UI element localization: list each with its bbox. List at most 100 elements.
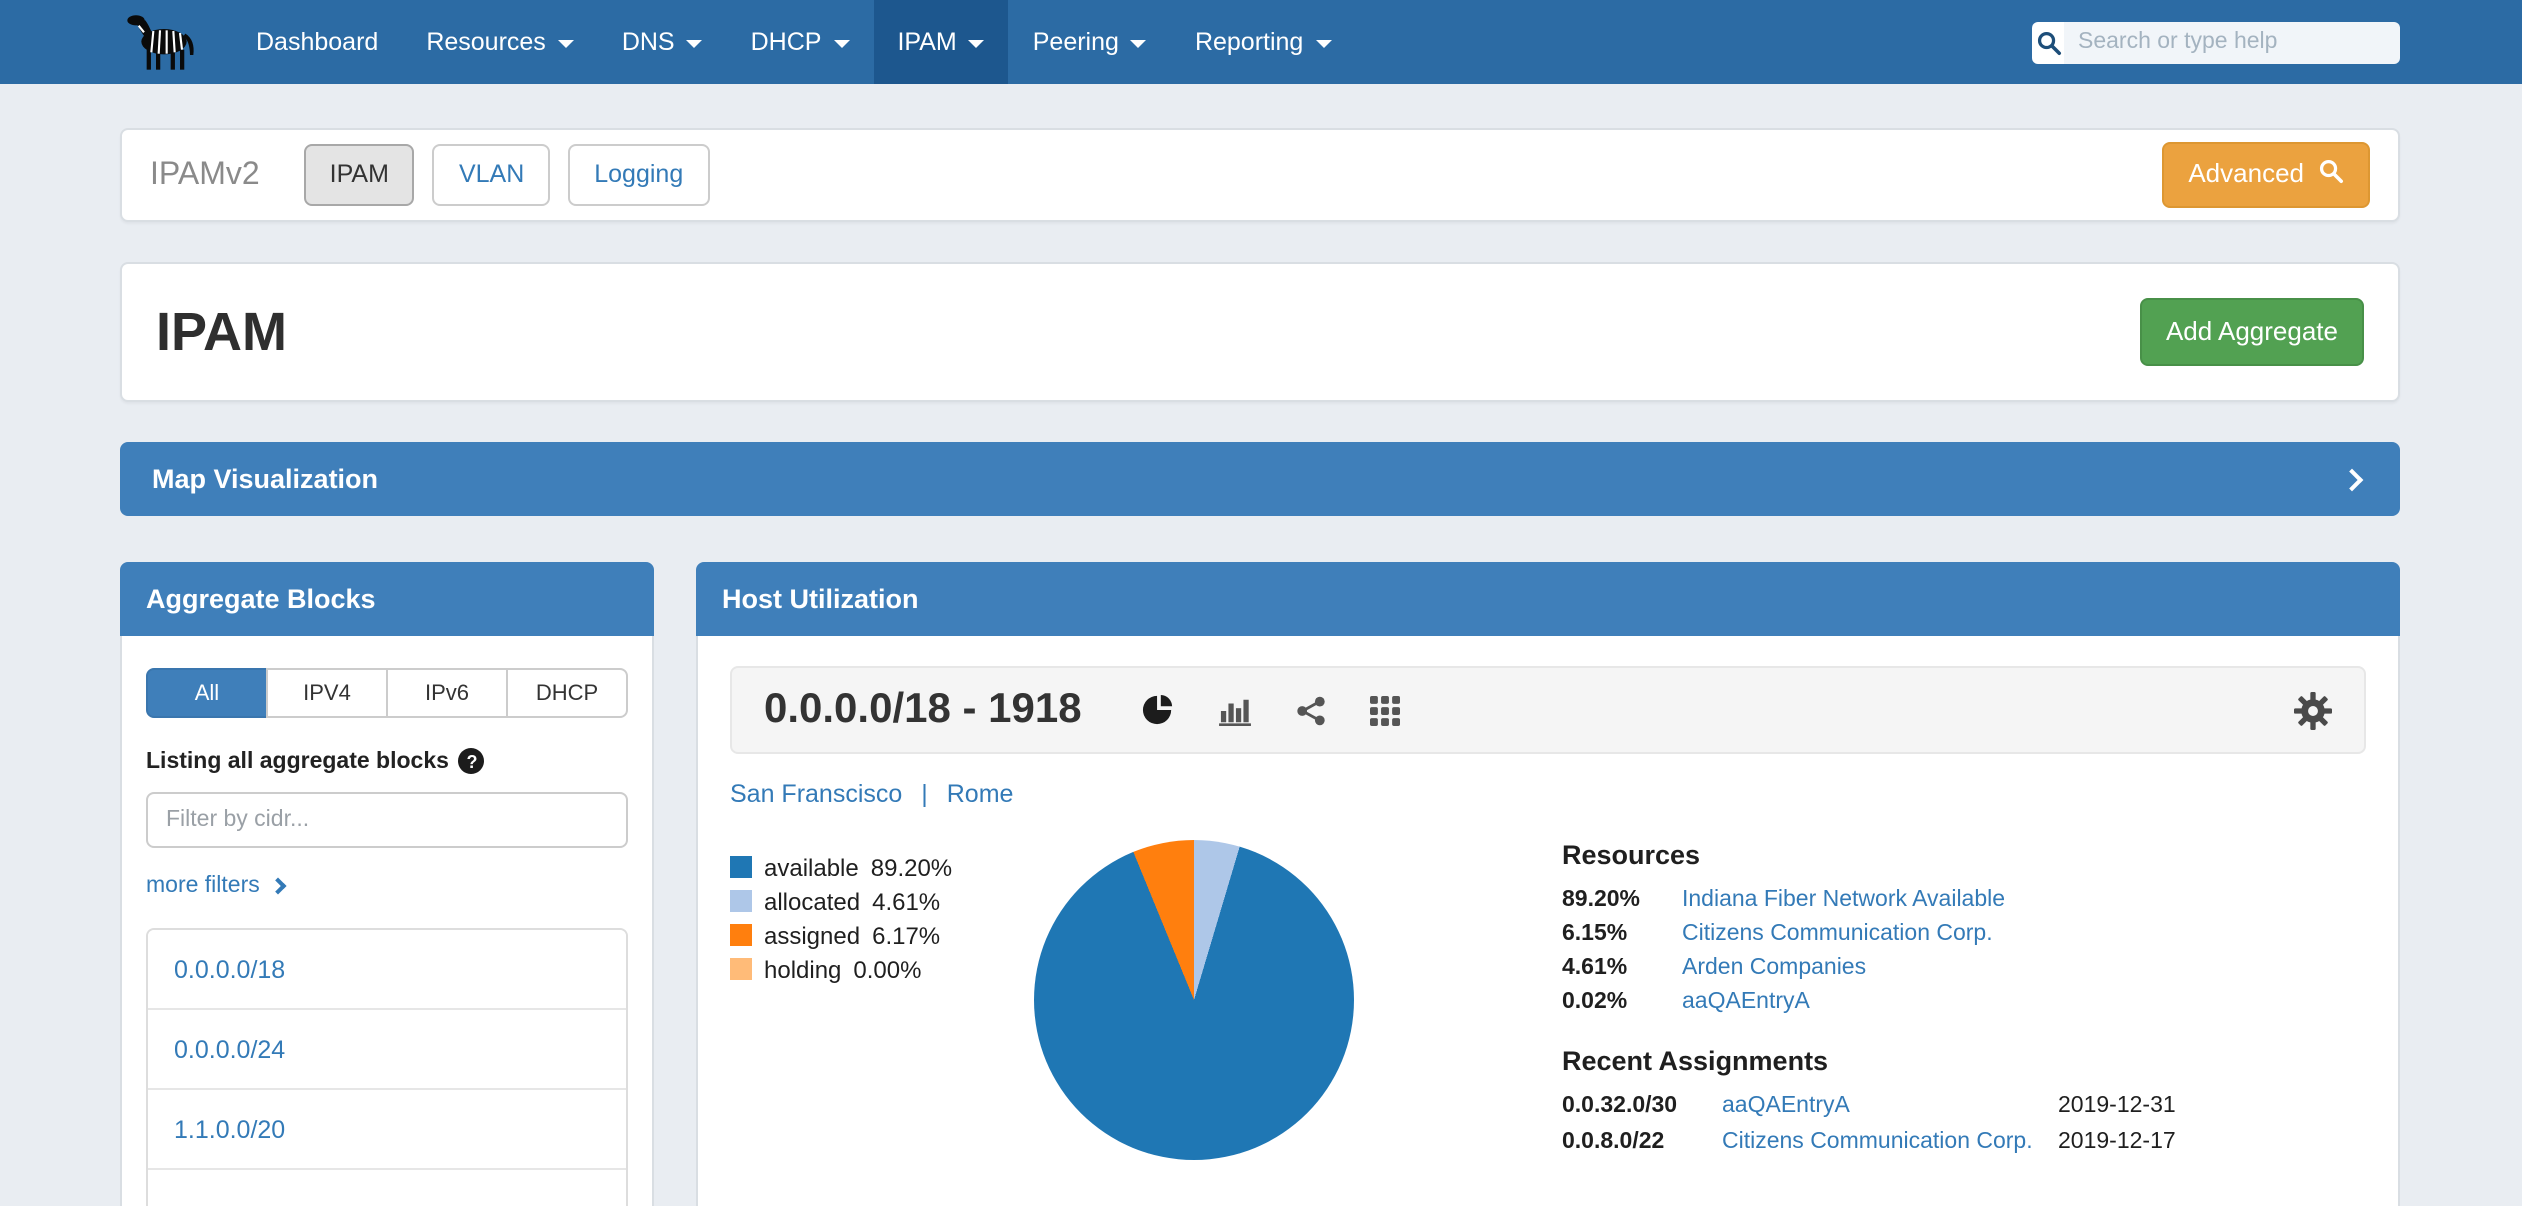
nav-ipam[interactable]: IPAM xyxy=(873,0,1008,84)
nav-peering-label: Peering xyxy=(1033,28,1119,56)
legend-swatch xyxy=(730,890,752,912)
aggregate-block-list: 0.0.0.0/18 0.0.0.0/24 1.1.0.0/20 xyxy=(146,928,628,1206)
assignment-cidr: 0.0.8.0/22 xyxy=(1562,1130,1702,1156)
resource-pct: 89.20% xyxy=(1562,888,1666,914)
legend-pct: 4.61% xyxy=(872,887,940,915)
nav-reporting-label: Reporting xyxy=(1195,28,1303,56)
resource-link[interactable]: Citizens Communication Corp. xyxy=(1682,922,2366,948)
location-link-san-francisco[interactable]: San Franscisco xyxy=(730,780,902,808)
aggregate-filter-group: All IPV4 IPv6 DHCP xyxy=(146,668,628,718)
add-aggregate-button[interactable]: Add Aggregate xyxy=(2140,297,2364,367)
resources-heading: Resources xyxy=(1562,840,2366,870)
aggregate-panel-header: Aggregate Blocks xyxy=(120,562,654,636)
filter-all[interactable]: All xyxy=(146,668,268,718)
resource-pct: 4.61% xyxy=(1562,956,1666,982)
legend-item-holding: holding 0.00% xyxy=(730,952,1034,986)
pie-chart-icon[interactable] xyxy=(1142,694,1174,726)
zebra-logo[interactable] xyxy=(120,11,200,73)
caret-down-icon xyxy=(1131,40,1147,48)
nav-resources-label: Resources xyxy=(426,28,546,56)
location-separator: | xyxy=(921,780,928,808)
page-title: IPAM xyxy=(156,301,287,363)
chevron-right-icon xyxy=(2341,468,2364,491)
search-input[interactable] xyxy=(2064,21,2400,63)
global-search xyxy=(2032,21,2400,63)
utilization-row: available 89.20% allocated 4.61% assigne… xyxy=(730,840,2366,1160)
tab-logging[interactable]: Logging xyxy=(568,145,709,206)
tab-vlan[interactable]: VLAN xyxy=(433,145,550,206)
filter-dhcp[interactable]: DHCP xyxy=(506,668,628,718)
nav-dashboard[interactable]: Dashboard xyxy=(232,0,402,84)
nav-peering[interactable]: Peering xyxy=(1009,0,1171,84)
listing-label-row: Listing all aggregate blocks ? xyxy=(146,748,628,774)
aggregate-block-link[interactable]: 0.0.0.0/24 xyxy=(148,1010,626,1090)
nav-dashboard-label: Dashboard xyxy=(256,28,378,56)
recent-assignments-heading: Recent Assignments xyxy=(1562,1046,2366,1076)
nav-resources[interactable]: Resources xyxy=(402,0,598,84)
location-link-rome[interactable]: Rome xyxy=(947,780,1014,808)
cidr-filter-input[interactable] xyxy=(146,792,628,848)
block-title: 0.0.0.0/18 - 1918 xyxy=(764,686,1082,734)
legend-label: holding xyxy=(764,955,841,983)
pie-legend: available 89.20% allocated 4.61% assigne… xyxy=(730,840,1034,1160)
nav-dhcp-label: DHCP xyxy=(751,28,822,56)
legend-swatch xyxy=(730,958,752,980)
legend-item-allocated: allocated 4.61% xyxy=(730,884,1034,918)
app-viewport: Dashboard Resources DNS DHCP IPAM Peerin… xyxy=(0,0,2522,1206)
share-icon[interactable] xyxy=(1296,695,1326,725)
more-filters-link[interactable]: more filters xyxy=(146,874,284,898)
legend-swatch xyxy=(730,856,752,878)
legend-item-assigned: assigned 6.17% xyxy=(730,918,1034,952)
search-icon[interactable] xyxy=(2032,21,2064,63)
toolbar-title: IPAMv2 xyxy=(150,157,260,193)
page-header-card: IPAM Add Aggregate xyxy=(120,262,2400,402)
legend-label: assigned xyxy=(764,921,860,949)
map-visualization-bar[interactable]: Map Visualization xyxy=(120,442,2400,516)
aggregate-panel-title: Aggregate Blocks xyxy=(146,584,376,614)
resource-link[interactable]: aaQAEntryA xyxy=(1682,990,2366,1016)
tab-ipam[interactable]: IPAM xyxy=(304,145,415,206)
view-toggle-group xyxy=(1142,694,1400,726)
aggregate-block-link[interactable]: 1.1.0.0/20 xyxy=(148,1090,626,1170)
help-icon[interactable]: ? xyxy=(459,748,485,774)
grid-view-icon[interactable] xyxy=(1370,695,1400,725)
host-panel-title: Host Utilization xyxy=(722,584,919,614)
caret-down-icon xyxy=(833,40,849,48)
block-summary-bar: 0.0.0.0/18 - 1918 xyxy=(730,666,2366,754)
assignment-link[interactable]: aaQAEntryA xyxy=(1722,1094,2038,1120)
aggregate-blocks-panel: Aggregate Blocks All IPV4 IPv6 DHCP List… xyxy=(120,562,654,1206)
aggregate-block-link[interactable] xyxy=(148,1170,626,1206)
bar-chart-icon[interactable] xyxy=(1218,695,1252,725)
legend-pct: 6.17% xyxy=(872,921,940,949)
map-bar-title: Map Visualization xyxy=(152,464,378,494)
resource-link[interactable]: Indiana Fiber Network Available xyxy=(1682,888,2366,914)
nav-dns-label: DNS xyxy=(622,28,675,56)
nav-dns[interactable]: DNS xyxy=(598,0,727,84)
host-panel-body: 0.0.0.0/18 - 1918 xyxy=(696,636,2400,1206)
resource-pct: 6.15% xyxy=(1562,922,1666,948)
nav-reporting[interactable]: Reporting xyxy=(1171,0,1355,84)
resource-link[interactable]: Arden Companies xyxy=(1682,956,2366,982)
host-panel-header: Host Utilization xyxy=(696,562,2400,636)
aggregate-panel-body: All IPV4 IPv6 DHCP Listing all aggregate… xyxy=(120,636,654,1206)
advanced-search-button[interactable]: Advanced xyxy=(2162,141,2370,209)
filter-ipv6[interactable]: IPv6 xyxy=(386,668,508,718)
host-utilization-panel: Host Utilization 0.0.0.0/18 - 1918 xyxy=(696,562,2400,1206)
caret-down-icon xyxy=(969,40,985,48)
chevron-right-icon xyxy=(269,878,286,895)
assignment-date: 2019-12-31 xyxy=(2058,1094,2366,1120)
nav-ipam-label: IPAM xyxy=(897,28,956,56)
legend-label: available xyxy=(764,853,859,881)
legend-swatch xyxy=(730,924,752,946)
search-icon xyxy=(2318,157,2344,193)
ipamv2-toolbar: IPAMv2 IPAM VLAN Logging Advanced xyxy=(120,128,2400,222)
filter-ipv4[interactable]: IPV4 xyxy=(266,668,388,718)
gear-icon[interactable] xyxy=(2294,691,2332,729)
legend-pct: 0.00% xyxy=(853,955,921,983)
aggregate-block-link[interactable]: 0.0.0.0/18 xyxy=(148,930,626,1010)
assignment-date: 2019-12-17 xyxy=(2058,1130,2366,1156)
utilization-pie[interactable] xyxy=(1034,840,1354,1160)
assignment-link[interactable]: Citizens Communication Corp. xyxy=(1722,1130,2038,1156)
nav-dhcp[interactable]: DHCP xyxy=(727,0,874,84)
caret-down-icon xyxy=(1315,40,1331,48)
